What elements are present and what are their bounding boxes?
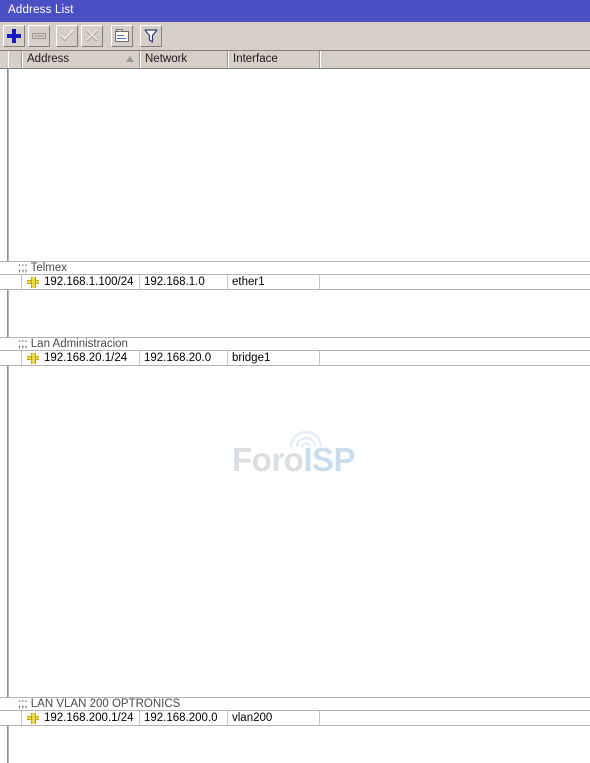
minus-icon [29,26,49,46]
address-table-body[interactable]: ForoISP ;;; Telmex 192.168.1.100/24 192.… [0,69,590,763]
watermark-foro: Foro [232,441,304,478]
comment-text: ;;; Lan Administracion [18,338,128,350]
cell-spacer[interactable] [320,275,590,289]
column-header-address-label: Address [27,53,70,65]
sort-ascending-icon [126,56,134,62]
row-flag-cell[interactable] [8,275,22,289]
comment-button[interactable] [111,25,133,47]
cell-spacer[interactable] [320,711,590,725]
cell-address[interactable]: 192.168.20.1/24 [22,351,140,365]
row-flag-cell[interactable] [8,711,22,725]
cell-address[interactable]: 192.168.200.1/24 [22,711,140,725]
comment-row[interactable]: ;;; Lan Administracion [0,337,590,351]
address-icon [27,277,39,288]
table-row[interactable]: 192.168.20.1/24 192.168.20.0 bridge1 [0,351,590,366]
table-row[interactable]: 192.168.200.1/24 192.168.200.0 vlan200 [0,711,590,726]
cell-address-text: 192.168.20.1/24 [44,352,128,364]
comment-row[interactable]: ;;; LAN VLAN 200 OPTRONICS [0,697,590,711]
cell-network-text: 192.168.200.0 [144,712,218,724]
remove-button[interactable] [28,25,50,47]
cell-address-text: 192.168.1.100/24 [44,276,134,288]
table-row[interactable]: 192.168.1.100/24 192.168.1.0 ether1 [0,275,590,290]
cell-address[interactable]: 192.168.1.100/24 [22,275,140,289]
window-title: Address List [8,4,74,16]
toolbar [0,22,590,51]
column-header-network-label: Network [145,53,188,65]
enable-button[interactable] [56,25,78,47]
table-column-header: Address Network Interface [0,51,590,69]
cell-interface-text: bridge1 [232,352,271,364]
column-header-network[interactable]: Network [140,51,228,68]
plus-icon [4,26,24,46]
comment-row[interactable]: ;;; Telmex [0,261,590,275]
cell-address-text: 192.168.200.1/24 [44,712,134,724]
address-list-window: Address List Address Network Interface F… [0,0,590,763]
comment-text: ;;; Telmex [18,262,67,274]
column-header-address[interactable]: Address [22,51,140,68]
column-header-flag[interactable] [8,51,22,68]
cell-interface[interactable]: ether1 [228,275,320,289]
watermark-text: ForoISP [232,441,356,478]
cell-interface[interactable]: vlan200 [228,711,320,725]
wifi-arc-icon [289,431,323,448]
filter-button[interactable] [140,25,162,47]
grid-left-border-inner [8,69,9,763]
cell-network[interactable]: 192.168.1.0 [140,275,228,289]
disable-button[interactable] [81,25,103,47]
cell-network-text: 192.168.20.0 [144,352,212,364]
row-flag-cell[interactable] [8,351,22,365]
address-icon [27,353,39,364]
window-titlebar[interactable]: Address List [0,0,590,22]
column-header-interface-label: Interface [233,53,278,65]
address-icon [27,713,39,724]
cell-interface-text: ether1 [232,276,265,288]
cell-interface-text: vlan200 [232,712,273,724]
column-header-interface[interactable]: Interface [228,51,320,68]
add-button[interactable] [3,25,25,47]
foroisp-watermark: ForoISP [232,431,362,477]
cell-network[interactable]: 192.168.200.0 [140,711,228,725]
check-icon [57,26,77,46]
cell-interface[interactable]: bridge1 [228,351,320,365]
cell-network-text: 192.168.1.0 [144,276,205,288]
cell-spacer[interactable] [320,351,590,365]
funnel-icon [141,26,161,46]
comment-text: ;;; LAN VLAN 200 OPTRONICS [18,698,181,710]
watermark-isp: ISP [303,441,356,478]
cell-network[interactable]: 192.168.20.0 [140,351,228,365]
comment-icon [112,26,132,46]
cross-icon [82,26,102,46]
column-header-spacer[interactable] [320,51,590,68]
